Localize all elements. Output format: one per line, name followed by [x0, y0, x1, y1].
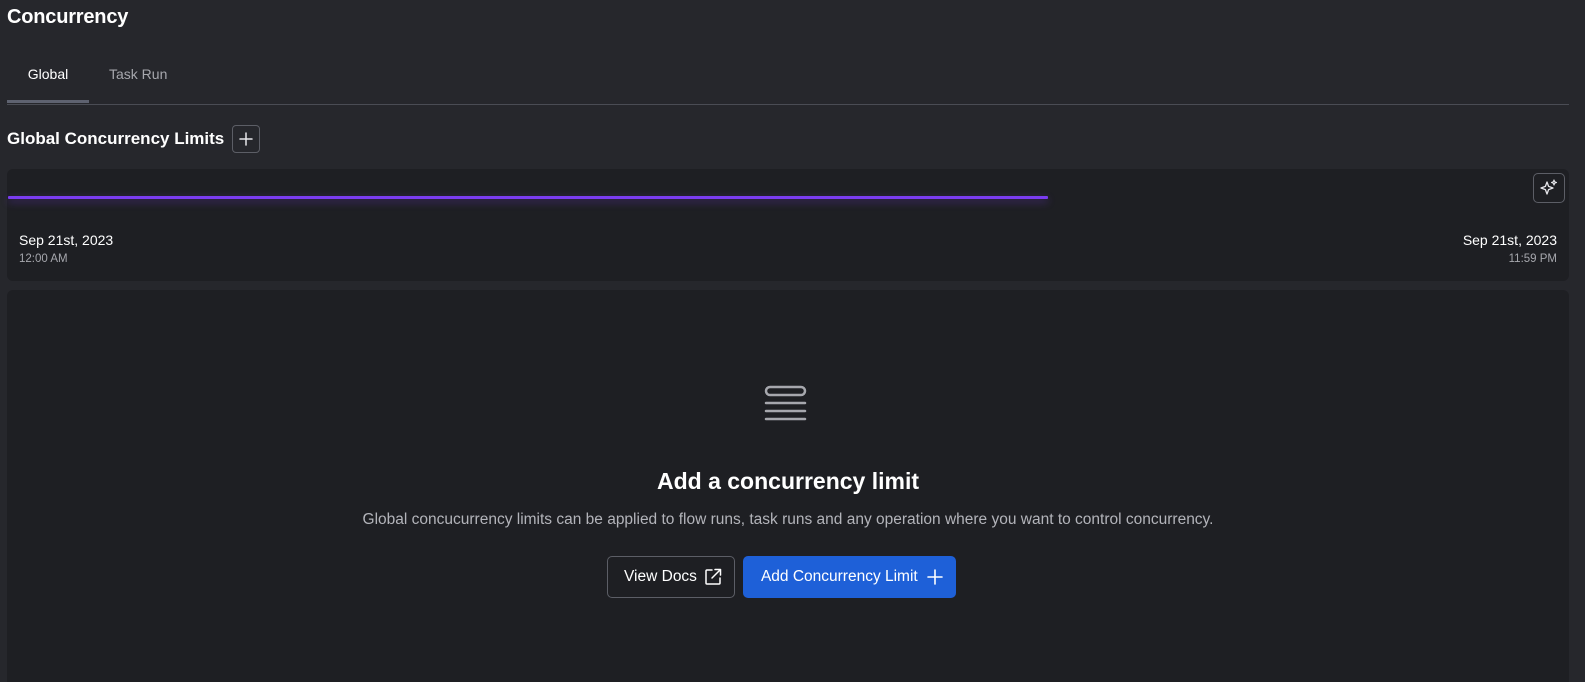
page-title: Concurrency [7, 6, 129, 28]
tab-task-run[interactable]: Task Run [89, 52, 187, 103]
timeline-start: Sep 21st, 2023 12:00 AM [19, 232, 113, 265]
magic-button[interactable] [1533, 173, 1565, 203]
sparkles-icon [1539, 178, 1559, 198]
external-link-icon [703, 567, 723, 587]
empty-state-description: Global concucurrency limits can be appli… [362, 511, 1214, 528]
section-header: Global Concurrency Limits [7, 124, 261, 154]
add-concurrency-limit-button[interactable]: Add Concurrency Limit [742, 556, 956, 598]
tab-global[interactable]: Global [7, 52, 89, 103]
empty-state-actions: View Docs Add Concurrency Limit [607, 556, 956, 598]
tab-bar: Global Task Run [7, 52, 1569, 105]
stacked-lines-icon [763, 385, 808, 427]
end-time: 11:59 PM [1508, 253, 1557, 265]
view-docs-button[interactable]: View Docs [607, 556, 735, 598]
view-docs-label: View Docs [624, 568, 697, 585]
add-limit-button[interactable] [232, 125, 261, 153]
concurrency-page: Concurrency Global Task Run Global Concu… [0, 0, 1585, 682]
section-title: Global Concurrency Limits [7, 129, 225, 148]
plus-icon [238, 131, 254, 147]
add-concurrency-limit-label: Add Concurrency Limit [760, 568, 918, 585]
plus-icon [926, 568, 944, 586]
empty-state-card: Add a concurrency limit Global concucurr… [7, 290, 1569, 682]
timeline-bar [8, 196, 1048, 199]
start-date: Sep 21st, 2023 [19, 232, 114, 248]
start-time: 12:00 AM [19, 253, 68, 265]
timeline-end: Sep 21st, 2023 11:59 PM [1463, 232, 1557, 265]
end-date: Sep 21st, 2023 [1462, 232, 1557, 248]
timeline-card: Sep 21st, 2023 12:00 AM Sep 21st, 2023 1… [7, 169, 1569, 281]
empty-state-title: Add a concurrency limit [656, 468, 919, 494]
